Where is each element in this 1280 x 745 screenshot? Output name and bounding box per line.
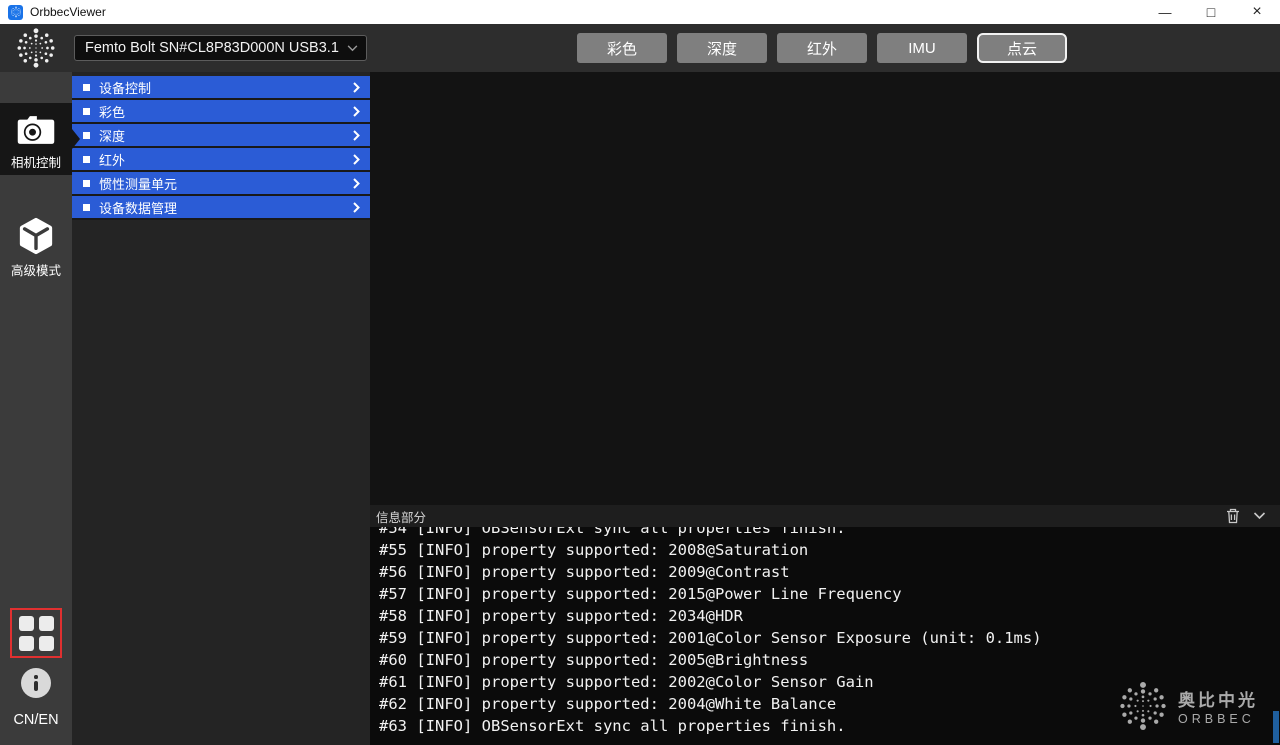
device-selector-value: Femto Bolt SN#CL8P83D000N USB3.1 bbox=[85, 40, 347, 56]
device-selector[interactable]: Femto Bolt SN#CL8P83D000N USB3.1 bbox=[74, 35, 367, 61]
depth-stream-button[interactable]: 深度 bbox=[677, 33, 767, 63]
sidebar: 相机控制 高级模式 CN/EN bbox=[0, 72, 72, 745]
color-stream-button[interactable]: 彩色 bbox=[577, 33, 667, 63]
maximize-button[interactable]: □ bbox=[1188, 0, 1234, 24]
clear-log-button[interactable] bbox=[1226, 508, 1240, 524]
chevron-down-icon bbox=[347, 45, 358, 52]
main-area: 相机控制 高级模式 CN/EN 设备控制 bbox=[0, 72, 1280, 745]
log-line: #55 [INFO] property supported: 2008@Satu… bbox=[379, 539, 1280, 561]
log-scrollbar-thumb[interactable] bbox=[1273, 711, 1279, 743]
window-controls: — □ × bbox=[1142, 0, 1280, 24]
info-icon bbox=[34, 675, 38, 679]
language-toggle[interactable]: CN/EN bbox=[0, 712, 72, 728]
orbbec-watermark: 奥比中光 ORBBEC bbox=[1116, 679, 1258, 733]
section-depth[interactable]: 深度 bbox=[72, 124, 370, 148]
section-imu[interactable]: 惯性测量单元 bbox=[72, 172, 370, 196]
chevron-down-icon bbox=[1253, 512, 1266, 520]
section-color[interactable]: 彩色 bbox=[72, 100, 370, 124]
content-column: 信息部分 #54 [INFO] OBSensorExt sync all pro… bbox=[370, 72, 1280, 745]
chevron-right-icon bbox=[353, 130, 360, 141]
stream-buttons: 彩色 深度 红外 IMU 点云 bbox=[577, 33, 1067, 63]
log-line: #54 [INFO] OBSensorExt sync all properti… bbox=[379, 527, 1280, 539]
log-line: #57 [INFO] property supported: 2015@Powe… bbox=[379, 583, 1280, 605]
orbbec-logo-icon bbox=[0, 26, 72, 70]
camera-icon bbox=[16, 113, 56, 147]
bullet-icon bbox=[83, 180, 90, 187]
log-line: #58 [INFO] property supported: 2034@HDR bbox=[379, 605, 1280, 627]
app-logo-icon bbox=[8, 5, 23, 20]
minimize-button[interactable]: — bbox=[1142, 0, 1188, 24]
cube-icon bbox=[17, 217, 55, 255]
sidebar-item-advanced-mode[interactable]: 高级模式 bbox=[0, 207, 72, 279]
render-viewport[interactable] bbox=[370, 72, 1280, 505]
watermark-cn: 奥比中光 bbox=[1178, 686, 1258, 711]
close-button[interactable]: × bbox=[1234, 0, 1280, 24]
section-ir[interactable]: 红外 bbox=[72, 148, 370, 172]
bullet-icon bbox=[83, 204, 90, 211]
ir-stream-button[interactable]: 红外 bbox=[777, 33, 867, 63]
chevron-right-icon bbox=[353, 82, 360, 93]
watermark-en: ORBBEC bbox=[1178, 712, 1258, 726]
trash-icon bbox=[1226, 508, 1240, 524]
chevron-right-icon bbox=[353, 106, 360, 117]
log-line: #59 [INFO] property supported: 2001@Colo… bbox=[379, 627, 1280, 649]
sidebar-item-label: 高级模式 bbox=[11, 264, 61, 278]
multi-device-grid-button[interactable] bbox=[10, 608, 62, 658]
section-device-control[interactable]: 设备控制 bbox=[72, 76, 370, 100]
imu-stream-button[interactable]: IMU bbox=[877, 33, 967, 63]
orbbecviewer-window: OrbbecViewer — □ × Femto Bolt SN#CL8P83D… bbox=[0, 0, 1280, 745]
toolbar: Femto Bolt SN#CL8P83D000N USB3.1 彩色 深度 红… bbox=[0, 24, 1280, 72]
log-body[interactable]: #54 [INFO] OBSensorExt sync all properti… bbox=[370, 527, 1280, 745]
collapse-log-button[interactable] bbox=[1253, 512, 1266, 520]
log-line: #56 [INFO] property supported: 2009@Cont… bbox=[379, 561, 1280, 583]
chevron-right-icon bbox=[353, 154, 360, 165]
bullet-icon bbox=[83, 84, 90, 91]
section-device-data[interactable]: 设备数据管理 bbox=[72, 196, 370, 220]
log-panel: 信息部分 #54 [INFO] OBSensorExt sync all pro… bbox=[370, 505, 1280, 745]
chevron-right-icon bbox=[353, 178, 360, 189]
sidebar-item-camera-control[interactable]: 相机控制 bbox=[0, 103, 72, 175]
grid-icon bbox=[19, 616, 34, 631]
pointcloud-stream-button[interactable]: 点云 bbox=[977, 33, 1067, 63]
window-title: OrbbecViewer bbox=[30, 5, 1142, 19]
orbbec-logo-icon bbox=[1116, 679, 1170, 733]
log-title: 信息部分 bbox=[376, 507, 1213, 526]
bullet-icon bbox=[83, 156, 90, 163]
sidebar-item-label: 相机控制 bbox=[11, 156, 61, 170]
log-line: #60 [INFO] property supported: 2005@Brig… bbox=[379, 649, 1280, 671]
titlebar: OrbbecViewer — □ × bbox=[0, 0, 1280, 24]
control-panel: 设备控制 彩色 深度 红外 惯性测量单元 bbox=[72, 72, 370, 745]
bullet-icon bbox=[83, 108, 90, 115]
chevron-right-icon bbox=[353, 202, 360, 213]
log-header: 信息部分 bbox=[370, 505, 1280, 527]
bullet-icon bbox=[83, 132, 90, 139]
info-button[interactable] bbox=[21, 668, 51, 698]
